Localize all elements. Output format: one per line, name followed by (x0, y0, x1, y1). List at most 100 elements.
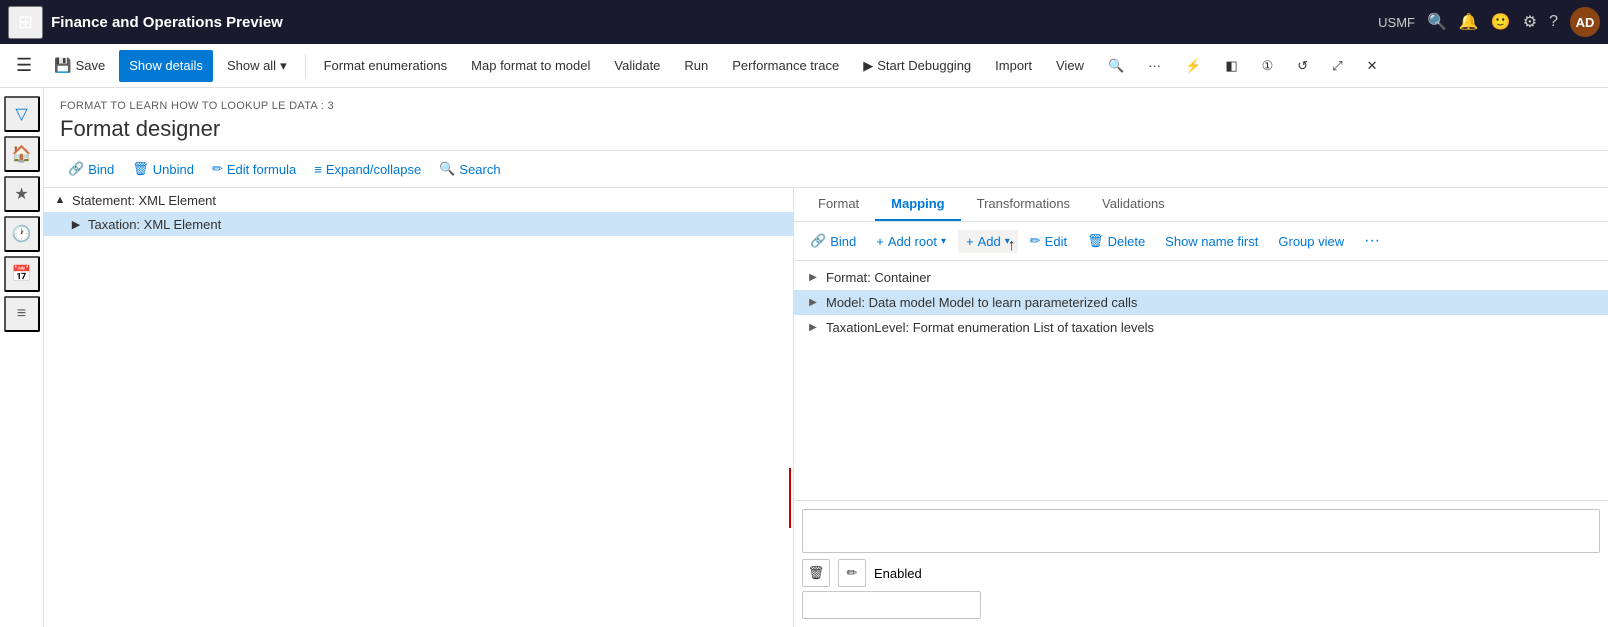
nav-calendar-icon[interactable]: 📅 (4, 256, 40, 292)
bell-icon[interactable]: 🔔 (1459, 12, 1479, 32)
enabled-edit-button[interactable]: ✏ (838, 559, 866, 587)
nav-favorites-icon[interactable]: ★ (4, 176, 40, 212)
page-title: Format designer (60, 116, 1592, 142)
expand-collapse-button[interactable]: ≡ Expand/collapse (306, 158, 429, 181)
perf-trace-button[interactable]: Performance trace (722, 50, 849, 82)
mapping-bind-button[interactable]: 🔗 Bind (802, 229, 864, 253)
ds-item-format-container[interactable]: ▶ Format: Container (794, 265, 1608, 290)
edit-icon: ✏ (1030, 233, 1041, 249)
unbind-button[interactable]: 🗑 Unbind (124, 157, 202, 181)
enabled-row: 🗑 ✏ Enabled (802, 559, 1600, 587)
enabled-input[interactable] (802, 591, 981, 619)
tab-transformations-label: Transformations (977, 196, 1070, 211)
enabled-delete-icon: 🗑 (808, 565, 825, 581)
show-name-first-button[interactable]: Show name first (1157, 230, 1266, 253)
run-label: Run (684, 58, 708, 73)
avatar[interactable]: AD (1570, 7, 1600, 37)
tree-item-taxation[interactable]: ▶ Taxation: XML Element (44, 212, 793, 236)
nav-filter-icon[interactable]: ▽ (4, 96, 40, 132)
top-bar: ⊞ Finance and Operations Preview USMF 🔍 … (0, 0, 1608, 44)
panels: ▲ Statement: XML Element ▶ Taxation: XML… (44, 188, 1608, 627)
content-area: FORMAT TO LEARN HOW TO LOOKUP LE DATA : … (44, 88, 1608, 627)
action-search-button[interactable]: 🔍 (1098, 50, 1134, 82)
model-data-expand-icon: ▶ (806, 296, 820, 310)
main-layout: ▽ 🏠 ★ 🕐 📅 ≡ FORMAT TO LEARN HOW TO LOOKU… (0, 88, 1608, 627)
search-button[interactable]: 🔍 Search (431, 157, 508, 181)
perf-trace-label: Performance trace (732, 58, 839, 73)
add-root-chevron: ▾ (941, 236, 946, 247)
format-container-label: Format: Container (826, 270, 931, 285)
enabled-label: Enabled (874, 566, 922, 581)
action-bar: ☰ 💾 Save Show details Show all ▾ Format … (0, 44, 1608, 88)
tab-validations-label: Validations (1102, 196, 1165, 211)
search-icon: 🔍 (439, 161, 455, 177)
format-tree-panel: ▲ Statement: XML Element ▶ Taxation: XML… (44, 188, 794, 627)
formula-box[interactable] (802, 509, 1600, 553)
format-container-expand-icon: ▶ (806, 271, 820, 285)
badge-button[interactable]: ① (1252, 50, 1284, 82)
panel-icon-button[interactable]: ◧ (1215, 50, 1247, 82)
delete-button[interactable]: 🗑 Delete (1079, 229, 1153, 253)
ds-item-taxation-level[interactable]: ▶ TaxationLevel: Format enumeration List… (794, 315, 1608, 340)
group-view-label: Group view (1278, 234, 1344, 249)
view-button[interactable]: View (1046, 50, 1094, 82)
expand-button[interactable]: ⤢ (1322, 50, 1352, 82)
mapping-bind-label: Bind (830, 234, 856, 249)
model-data-label: Model: Data model Model to learn paramet… (826, 295, 1137, 310)
import-button[interactable]: Import (985, 50, 1042, 82)
gear-icon[interactable]: ⚙ (1523, 12, 1537, 32)
format-enumerations-button[interactable]: Format enumerations (314, 50, 458, 82)
page-header: FORMAT TO LEARN HOW TO LOOKUP LE DATA : … (44, 88, 1608, 151)
search-icon[interactable]: 🔍 (1427, 12, 1447, 32)
vertical-divider (789, 468, 791, 528)
save-button[interactable]: 💾 Save (44, 50, 115, 82)
enabled-edit-icon: ✏ (847, 565, 858, 581)
mapping-panel: Format Mapping Transformations Validatio… (794, 188, 1608, 627)
usmf-label: USMF (1378, 15, 1415, 30)
format-toolbar: 🔗 Bind 🗑 Unbind ✏ Edit formula ≡ Expand/… (44, 151, 1608, 188)
delete-label: Delete (1108, 234, 1146, 249)
show-details-label: Show details (129, 58, 203, 73)
tab-transformations[interactable]: Transformations (961, 188, 1086, 221)
hamburger-button[interactable]: ☰ (8, 51, 40, 80)
edit-formula-label: Edit formula (227, 162, 296, 177)
view-label: View (1056, 58, 1084, 73)
nav-list-icon[interactable]: ≡ (4, 296, 40, 332)
run-button[interactable]: Run (674, 50, 718, 82)
import-label: Import (995, 58, 1032, 73)
ds-item-model-data[interactable]: ▶ Model: Data model Model to learn param… (794, 290, 1608, 315)
start-debugging-button[interactable]: ▶ Start Debugging (853, 50, 981, 82)
grid-icon[interactable]: ⊞ (8, 6, 43, 39)
tab-validations[interactable]: Validations (1086, 188, 1181, 221)
help-icon[interactable]: ? (1549, 13, 1558, 31)
show-all-label: Show all (227, 58, 276, 73)
add-root-button[interactable]: + Add root ▾ (868, 230, 954, 253)
nav-home-icon[interactable]: 🏠 (4, 136, 40, 172)
tab-format[interactable]: Format (802, 188, 875, 221)
mapping-bind-icon: 🔗 (810, 233, 826, 249)
search-label: Search (459, 162, 500, 177)
bind-button[interactable]: 🔗 Bind (60, 157, 122, 181)
add-button[interactable]: + Add ▾ ↑ (958, 230, 1018, 253)
refresh-button[interactable]: ↺ (1287, 50, 1318, 82)
smile-icon[interactable]: 🙂 (1491, 12, 1511, 32)
show-details-button[interactable]: Show details (119, 50, 213, 82)
nav-recent-icon[interactable]: 🕐 (4, 216, 40, 252)
more-mapping-button[interactable]: ··· (1356, 228, 1388, 254)
edit-button[interactable]: ✏ Edit (1022, 229, 1075, 253)
show-all-button[interactable]: Show all ▾ (217, 50, 297, 82)
tab-format-label: Format (818, 196, 859, 211)
tab-mapping[interactable]: Mapping (875, 188, 960, 221)
enabled-delete-button[interactable]: 🗑 (802, 559, 830, 587)
taxation-level-label: TaxationLevel: Format enumeration List o… (826, 320, 1154, 335)
add-label: Add (978, 234, 1001, 249)
lightning-icon-button[interactable]: ⚡ (1175, 50, 1211, 82)
edit-formula-button[interactable]: ✏ Edit formula (204, 157, 304, 181)
map-format-button[interactable]: Map format to model (461, 50, 600, 82)
close-button[interactable]: ✕ (1357, 50, 1388, 82)
tree-item-statement[interactable]: ▲ Statement: XML Element (44, 188, 793, 212)
validate-button[interactable]: Validate (604, 50, 670, 82)
more-actions-button[interactable]: ··· (1138, 50, 1171, 82)
taxation-level-expand-icon: ▶ (806, 321, 820, 335)
group-view-button[interactable]: Group view (1270, 230, 1352, 253)
